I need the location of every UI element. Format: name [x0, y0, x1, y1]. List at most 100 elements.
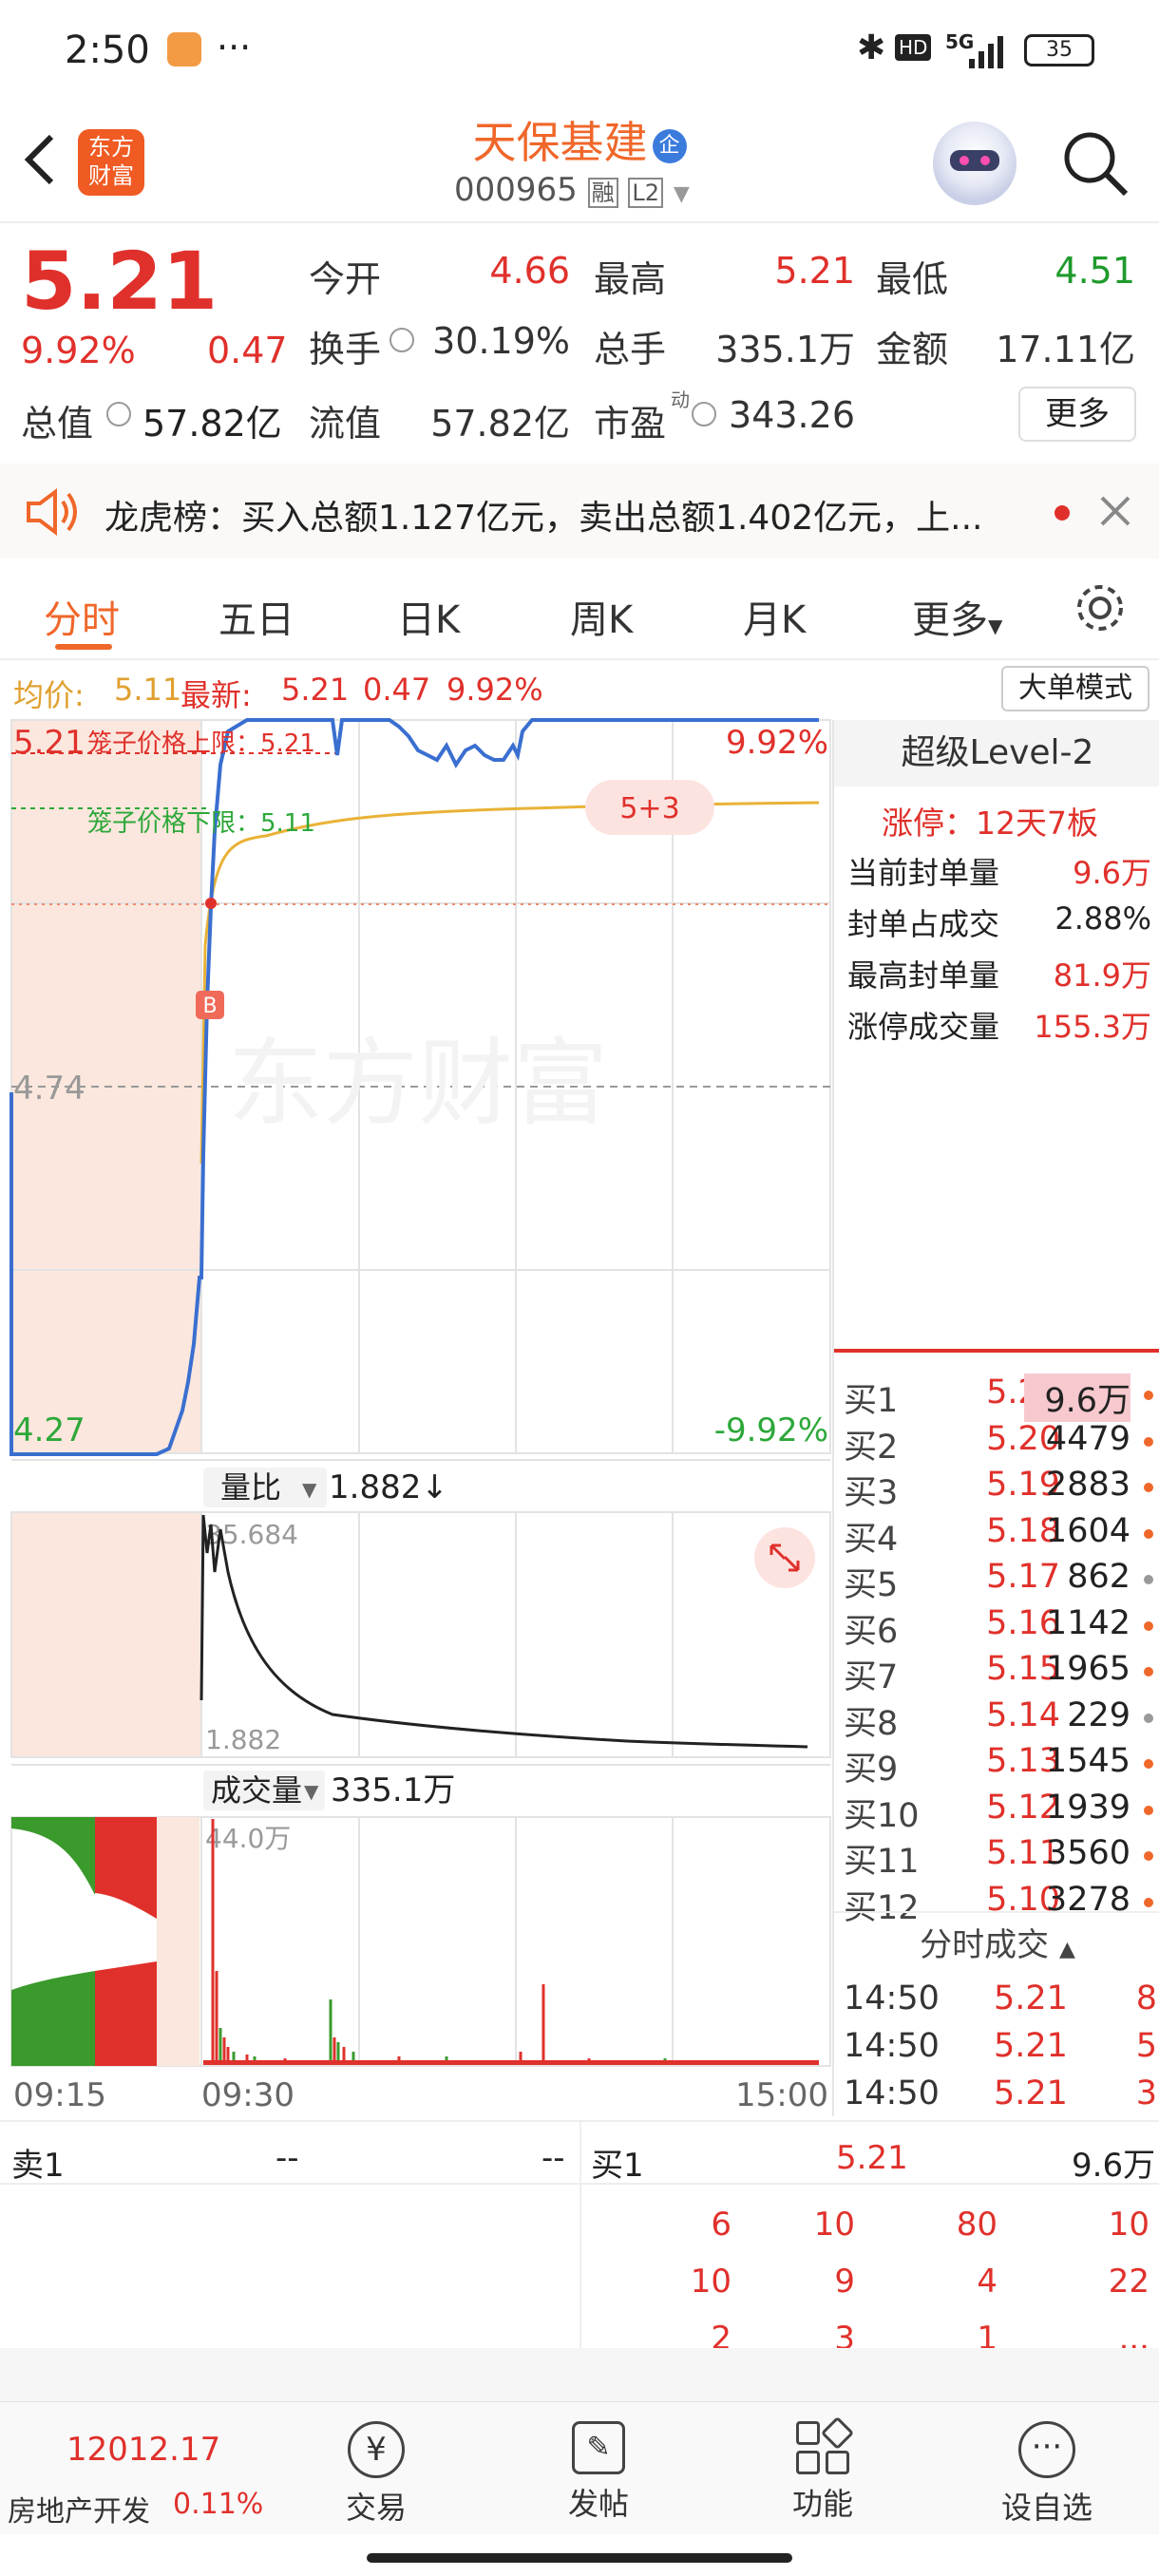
tab-intraday[interactable]: 分时 — [44, 589, 120, 644]
market-cap-value: 57.82亿 — [142, 403, 282, 445]
book-divider — [834, 1349, 1159, 1353]
cage-lower-label: 笼子价格下限：5.11 — [87, 809, 315, 838]
bottom-price-label: 4.27 — [13, 1411, 86, 1449]
stock-code-line[interactable]: 000965 融 L2 ▼ — [454, 171, 690, 209]
settings-gear-icon[interactable] — [1074, 581, 1127, 635]
high-label: 最高 — [594, 258, 667, 300]
max-seal-value: 81.9万 — [1053, 957, 1151, 994]
auction-red-area — [95, 1817, 157, 1919]
more-button[interactable]: 更多 — [1018, 387, 1136, 442]
latest-label: 最新: — [180, 677, 252, 713]
queue-order: 22 — [1108, 2263, 1150, 2301]
price-dot — [205, 898, 217, 909]
order-dot-icon — [1144, 1575, 1153, 1584]
chevron-down-icon: ▼ — [673, 182, 690, 206]
book-row: 买6 5.16 1142 — [844, 1604, 1157, 1651]
book-volume: 1604 — [1045, 1511, 1130, 1550]
tick-row: 14:50 5.21 3 — [844, 2074, 1157, 2118]
stock-title[interactable]: 天保基建 企 — [380, 108, 779, 171]
order-dot-icon — [1144, 1483, 1153, 1492]
margin-tag: 融 — [587, 178, 618, 208]
book-level: 买2 — [844, 1428, 899, 1467]
book-row: 买5 5.17 862 — [844, 1558, 1157, 1604]
book-level: 买11 — [844, 1843, 920, 1881]
index-name[interactable]: 房地产开发 — [8, 2488, 150, 2529]
quote-panel: 5.21 9.92% 0.47 总值 57.82亿 今开 4.66 最高 5.2… — [0, 225, 1159, 451]
limit-up-badge-text: 5+3 — [619, 792, 679, 825]
intraday-chart[interactable]: 东方财富 B 5+3 5.21 笼子价格上限：5.21 笼子价格下限：5.11 … — [0, 717, 832, 2123]
status-bar: 2:50 ··· ✱ HD 5G 35 — [0, 0, 1159, 104]
buy1-label: 买1 — [591, 2147, 644, 2185]
order-dot-icon — [1144, 1805, 1153, 1815]
auction-red-area — [95, 1961, 157, 2066]
top-pct-label: 9.92% — [726, 724, 828, 762]
book-volume: 1545 — [1045, 1742, 1130, 1780]
seal-volume-label: 当前封单量 — [847, 855, 1000, 891]
info-icon[interactable] — [390, 328, 414, 352]
queue-order: 10 — [1108, 2206, 1150, 2244]
book-level: 买9 — [844, 1751, 899, 1789]
book-row: 买10 5.12 1939 — [844, 1788, 1157, 1835]
book-volume: 2883 — [1045, 1466, 1130, 1504]
robot-assistant-avatar[interactable] — [933, 122, 1016, 205]
nav-post[interactable]: ✎ 发帖 — [532, 2412, 665, 2524]
book-level: 买3 — [844, 1474, 899, 1512]
nav-functions[interactable]: 功能 — [756, 2412, 889, 2524]
volume-value: 335.1万 — [715, 329, 855, 370]
book-volume: 1939 — [1045, 1788, 1130, 1827]
latest-change: 0.47 — [363, 672, 431, 708]
battery-level: 35 — [1046, 38, 1073, 62]
volume-baseline — [203, 2060, 819, 2065]
volume-label: 成交量 — [211, 1772, 302, 1809]
avg-value: 5.11 — [114, 672, 182, 708]
queue-order: 10 — [813, 2206, 855, 2244]
sell1-volume: -- — [542, 2139, 565, 2177]
max-seal-label: 最高封单量 — [847, 957, 1000, 994]
level-tag: L2 — [628, 178, 664, 208]
tick-time: 14:50 — [844, 1979, 940, 2017]
volume-ratio-min: 1.882 — [205, 1724, 281, 1755]
close-icon[interactable] — [1100, 496, 1130, 526]
book-row: 买12 5.10 3278 — [844, 1881, 1157, 1927]
tab-five-day[interactable]: 五日 — [218, 589, 294, 644]
ticks-title[interactable]: 分时成交 ▲ — [834, 1919, 1159, 1965]
ticks-title-label: 分时成交 — [920, 1926, 1050, 1964]
level2-title[interactable]: 超级Level-2 — [834, 720, 1159, 786]
book-level: 买8 — [844, 1704, 899, 1743]
index-value[interactable]: 12012.17 — [66, 2431, 220, 2469]
pe-value: 343.26 — [729, 394, 855, 436]
nav-add-watchlist[interactable]: ··· 设自选 — [980, 2412, 1113, 2528]
edit-icon: ✎ — [572, 2421, 625, 2474]
index-pct[interactable]: 0.11% — [173, 2488, 263, 2521]
search-icon[interactable] — [1059, 127, 1131, 199]
order-dot-icon — [1144, 1667, 1153, 1676]
info-icon[interactable] — [106, 402, 131, 426]
nav-functions-label: 功能 — [791, 2486, 853, 2522]
dragon-tiger-notice[interactable]: 龙虎榜：买入总额1.127亿元，卖出总额1.402亿元，上... — [0, 464, 1159, 559]
nav-trade[interactable]: ¥ 交易 — [310, 2412, 443, 2528]
home-indicator — [367, 2553, 792, 2563]
change-percent: 9.92% — [21, 330, 136, 371]
chevron-down-icon: ▼ — [988, 615, 1003, 637]
tab-monthly-k[interactable]: 月K — [743, 589, 806, 644]
tab-daily-k[interactable]: 日K — [397, 589, 460, 644]
volume-label: 总手 — [594, 329, 667, 370]
order-dot-icon — [1144, 1851, 1153, 1861]
tab-weekly-k[interactable]: 周K — [570, 589, 633, 644]
comment-bar[interactable] — [0, 2348, 1159, 2405]
tab-more[interactable]: 更多▼ — [912, 589, 1002, 644]
chart-info-bar: 均价: 5.11 最新: 5.21 0.47 9.92% 大单模式 — [0, 660, 1159, 717]
unread-dot — [1054, 505, 1070, 521]
tick-price: 5.21 — [994, 2074, 1068, 2112]
book-row: 买4 5.18 1604 — [844, 1511, 1157, 1559]
nav-post-label: 发帖 — [567, 2486, 629, 2522]
volume-ratio-label: 量比 — [220, 1469, 281, 1506]
tick-price: 5.21 — [994, 2027, 1068, 2065]
back-arrow-icon[interactable] — [21, 131, 59, 188]
premarket-shade — [11, 1512, 201, 1757]
watermark: 东方财富 — [228, 1028, 608, 1139]
order-dot-icon — [1144, 1436, 1153, 1447]
high-value: 5.21 — [774, 250, 855, 292]
big-order-mode-button[interactable]: 大单模式 — [1001, 666, 1150, 711]
book-level: 买4 — [844, 1520, 899, 1559]
